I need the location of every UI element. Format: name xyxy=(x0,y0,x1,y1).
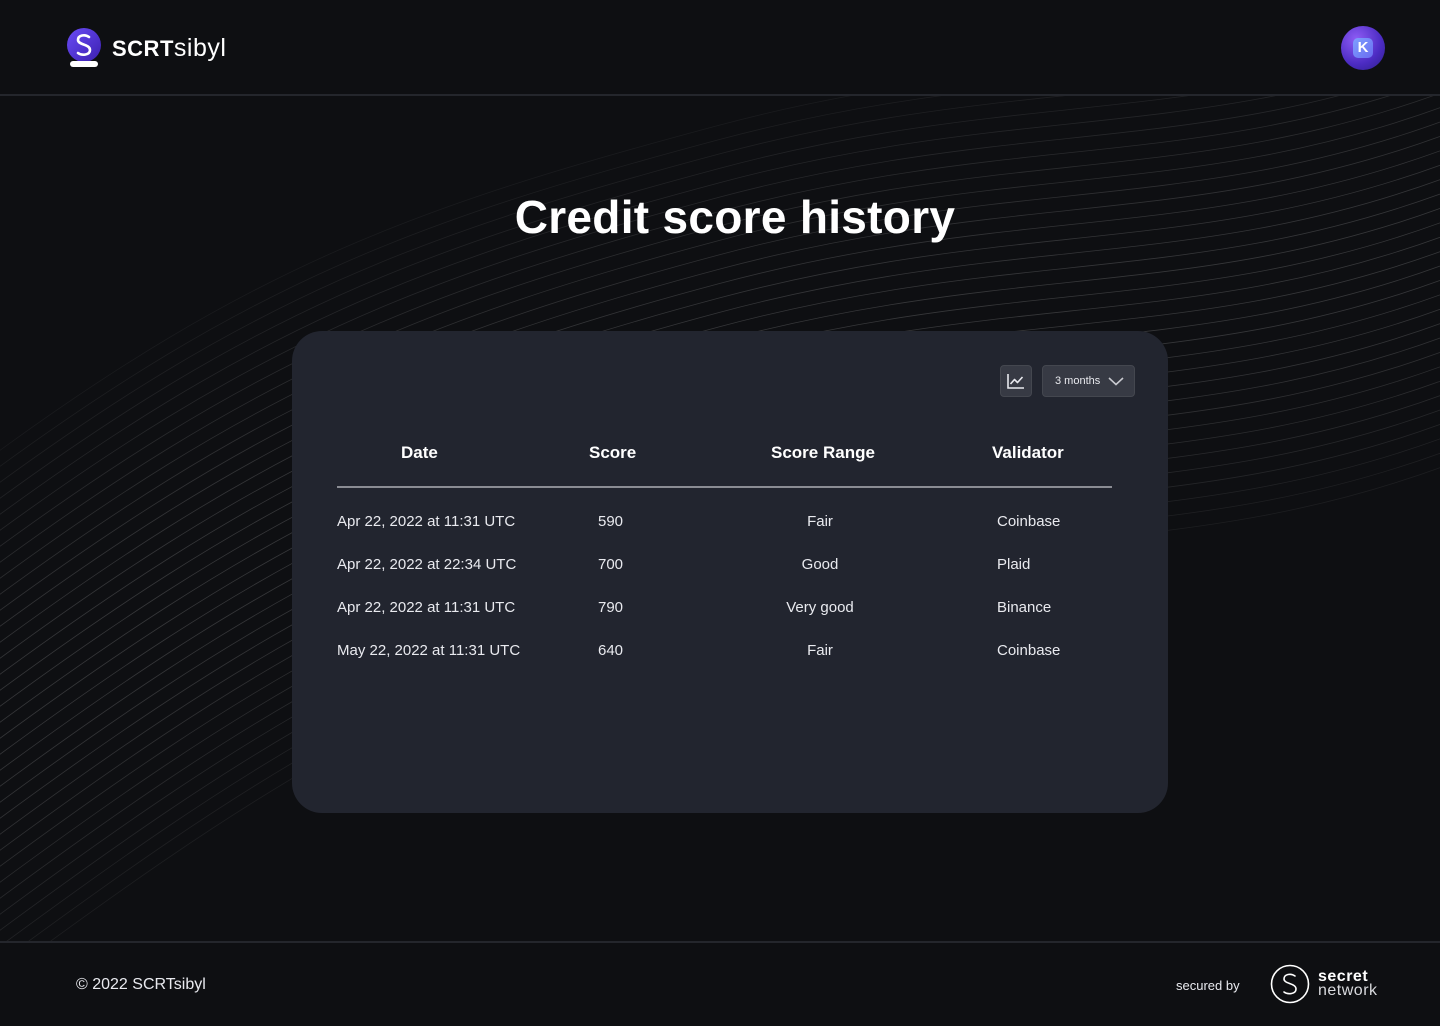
chart-view-button[interactable] xyxy=(1000,365,1032,397)
cell-score: 700 xyxy=(598,556,624,573)
table-row: Apr 22, 2022 at 11:31 UTC 590 Fair Coinb… xyxy=(337,501,1112,544)
column-header-validator: Validator xyxy=(992,443,1064,462)
brand-name-light: sibyl xyxy=(173,33,227,62)
secret-network-line2: network xyxy=(1318,982,1378,999)
cell-score-range-text: Good xyxy=(801,556,839,573)
scrtsibyl-logo-icon xyxy=(66,27,102,69)
cell-date: May 22, 2022 at 11:31 UTC xyxy=(337,642,521,659)
score-history-card: 3 months Date Score Score Range Validato… xyxy=(292,331,1168,813)
cell-score-range-text: Fair xyxy=(807,513,833,530)
column-header-score-range: Score Range xyxy=(771,443,875,462)
period-select[interactable]: 3 months xyxy=(1042,365,1135,397)
cell-date: Apr 22, 2022 at 11:31 UTC xyxy=(337,599,516,616)
table-row: Apr 22, 2022 at 11:31 UTC 790 Very good … xyxy=(337,587,1112,630)
brand-name-bold: SCRT xyxy=(112,35,174,61)
cell-score-range-text: Very good xyxy=(786,599,854,616)
user-avatar[interactable]: K xyxy=(1341,26,1385,70)
table-row: Apr 22, 2022 at 22:34 UTC 700 Good Plaid xyxy=(337,544,1112,587)
cell-validator: Plaid xyxy=(997,556,1031,573)
column-header-score: Score xyxy=(589,443,637,462)
cell-score-range-text: Fair xyxy=(807,642,833,659)
page-title: Credit score history xyxy=(514,191,956,243)
period-select-value: 3 months xyxy=(1055,375,1101,387)
secured-by-label: secured by xyxy=(1176,978,1240,993)
avatar-initial: K xyxy=(1353,38,1373,58)
secret-network-wordmark: secret network xyxy=(1318,969,1378,999)
secret-network-logo[interactable]: secret network xyxy=(1270,964,1378,1004)
cell-validator: Binance xyxy=(997,599,1052,616)
table-header: Date Score Score Range Validator xyxy=(337,434,1112,488)
brand-logo[interactable]: SCRTsibyl xyxy=(66,27,226,69)
line-chart-icon xyxy=(1007,374,1024,389)
copyright-text: © 2022 SCRTsibyl xyxy=(76,976,206,993)
cell-validator: Coinbase xyxy=(997,513,1061,530)
footer: © 2022 SCRTsibyl secured by secret netwo… xyxy=(0,941,1440,1026)
cell-score: 640 xyxy=(598,642,624,659)
cell-score: 790 xyxy=(598,599,624,616)
cell-score: 590 xyxy=(598,513,624,530)
secret-network-icon xyxy=(1270,964,1310,1004)
cell-validator: Coinbase xyxy=(997,642,1061,659)
column-header-date: Date xyxy=(401,443,438,462)
table-body: Apr 22, 2022 at 11:31 UTC 590 Fair Coinb… xyxy=(337,501,1112,673)
top-header: SCRTsibyl K xyxy=(0,0,1440,96)
table-row: May 22, 2022 at 11:31 UTC 640 Fair Coinb… xyxy=(337,630,1112,673)
cell-date: Apr 22, 2022 at 11:31 UTC xyxy=(337,513,516,530)
brand-name: SCRTsibyl xyxy=(112,34,226,63)
chevron-down-icon xyxy=(1108,376,1124,386)
cell-date: Apr 22, 2022 at 22:34 UTC xyxy=(337,556,517,573)
